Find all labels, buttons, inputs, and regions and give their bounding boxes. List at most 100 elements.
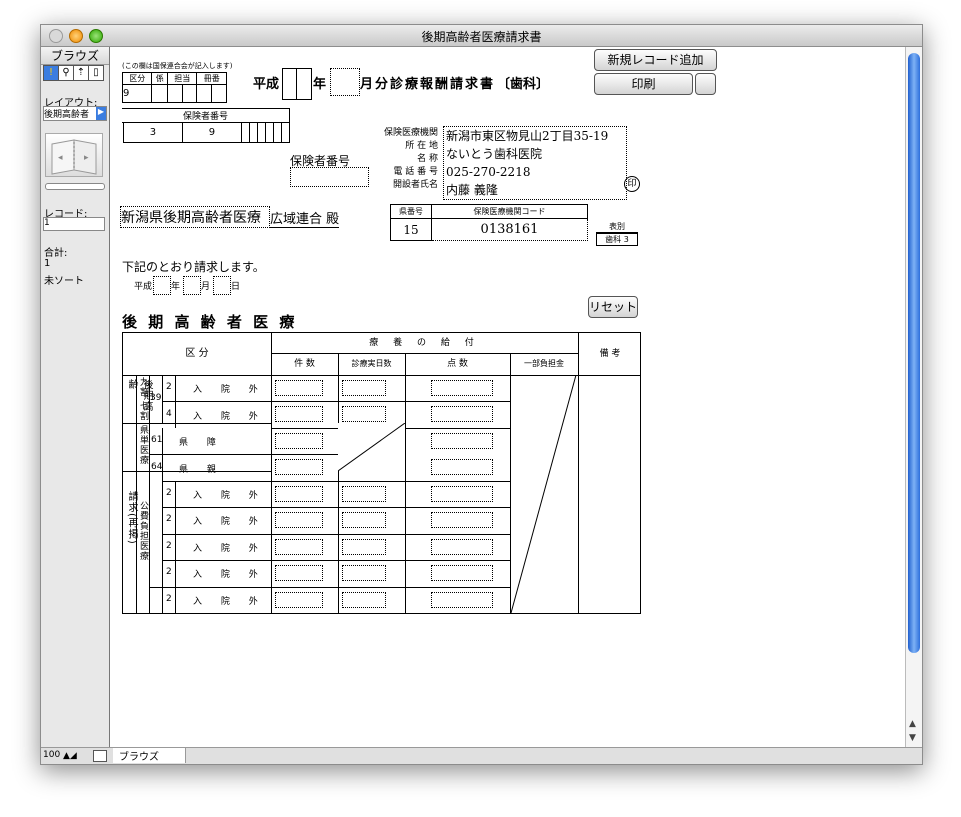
date-day-label: 日 — [231, 282, 241, 292]
date-month-label: 月 — [201, 282, 211, 292]
date-year-input[interactable] — [153, 276, 171, 295]
points-input[interactable] — [431, 459, 493, 476]
count-input[interactable] — [275, 591, 323, 608]
row-label: 入 院 外 — [193, 570, 266, 581]
col-line — [338, 375, 339, 613]
col-tanto: 担当 — [167, 72, 198, 85]
days-input[interactable] — [342, 565, 386, 582]
days-input[interactable] — [342, 485, 386, 502]
days-input[interactable] — [342, 512, 386, 529]
institution-info-field[interactable]: 新潟市東区物見山2丁目35-19 ないとう歯科医院 025-270-2218 内… — [443, 126, 627, 200]
form-area: (この欄は国保連合会が記入します) 区分 係 担当 冊番 9 保険者番号 3 9 — [110, 47, 905, 747]
zoom-icon-small[interactable]: ▲◢ — [63, 751, 77, 761]
inst-label: 所 在 地 — [405, 141, 438, 151]
addressee-field[interactable]: 新潟県後期高齢者医療 — [120, 206, 270, 228]
row-divider — [271, 375, 511, 376]
count-input[interactable] — [275, 538, 323, 555]
row-number: 2 — [166, 488, 172, 498]
row-number: 2 — [166, 567, 172, 578]
insurer-number-input[interactable] — [290, 167, 369, 187]
reset-button[interactable]: リセット — [588, 296, 638, 318]
benefit-table: 区 分 療 養 の 給 付 件 数 診療実日数 点 数 一部負担金 備 考 後期… — [122, 332, 641, 614]
row-number: 61 — [151, 435, 163, 446]
points-input[interactable] — [431, 565, 493, 582]
count-input[interactable] — [275, 459, 323, 476]
row-col-divider — [162, 454, 163, 481]
col-copay: 一部負担金 — [510, 353, 579, 376]
points-input[interactable] — [431, 512, 493, 529]
row-col-divider — [175, 375, 176, 402]
days-input[interactable] — [342, 591, 386, 608]
benefit-header: 療 養 の 給 付 — [271, 333, 578, 354]
row-col-divider — [175, 480, 176, 508]
points-input[interactable] — [431, 406, 493, 423]
points-input[interactable] — [431, 591, 493, 608]
table-type-value: 歯科 3 — [596, 233, 638, 246]
inst-label: 保険医療機関 — [383, 128, 438, 138]
col-sappan: 冊番 — [196, 72, 227, 85]
status-toggle-icon[interactable] — [93, 750, 107, 762]
scroll-thumb[interactable] — [908, 53, 920, 653]
record-slider[interactable] — [45, 183, 105, 190]
date-month-input[interactable] — [183, 276, 201, 295]
count-input[interactable] — [275, 406, 323, 423]
col-count: 件 数 — [271, 353, 339, 376]
count-input[interactable] — [275, 512, 323, 529]
insurer-digit — [240, 122, 250, 143]
new-record-button[interactable]: 新規レコード追加 — [594, 49, 717, 71]
points-input[interactable] — [431, 485, 493, 502]
points-input[interactable] — [431, 380, 493, 396]
row-label: 入 院 外 — [193, 385, 266, 396]
year-input[interactable] — [282, 68, 312, 100]
kubun-header: 区 分 — [123, 333, 272, 376]
layout-tool-icon[interactable]: ⇡ — [73, 65, 89, 81]
row-divider — [162, 533, 510, 535]
count-input[interactable] — [275, 380, 323, 396]
row-number: 4 — [166, 408, 172, 419]
total-value: 1 — [44, 258, 51, 269]
days-input[interactable] — [342, 406, 386, 423]
addressee-suffix: 広域連合 殿 — [270, 208, 340, 228]
heading-prefix: 平成 — [253, 77, 280, 92]
section-title: 後 期 高 齢 者 医 療 — [122, 313, 298, 331]
count-input[interactable] — [275, 485, 323, 502]
note-text: (この欄は国保連合会が記入します) — [122, 62, 233, 70]
date-day-input[interactable] — [213, 276, 231, 295]
col-kakari: 係 — [151, 72, 169, 85]
inst-code[interactable]: 0138161 — [431, 218, 588, 241]
vertical-scrollbar[interactable]: ▲ ▼ — [905, 47, 922, 747]
count-input[interactable] — [275, 565, 323, 582]
inst-label: 電 話 番 号 — [393, 167, 438, 177]
scroll-up-icon[interactable]: ▲ — [909, 719, 916, 729]
browse-tool-icon[interactable]: ! — [43, 65, 59, 81]
days-input[interactable] — [342, 538, 386, 555]
row-number: 2 — [166, 514, 172, 525]
layout-select[interactable]: 後期高齢者 ▶ — [43, 106, 107, 121]
row-number: 2 — [166, 593, 172, 604]
table-type: 表別 歯科 3 — [596, 221, 638, 246]
month-input[interactable] — [330, 68, 360, 96]
print-button[interactable]: 印刷 — [594, 73, 693, 95]
inst-phone: 025-270-2218 — [446, 165, 531, 179]
row-label: 入 院 外 — [193, 596, 266, 607]
find-tool-icon[interactable]: ⚲ — [58, 65, 74, 81]
inst-label: 名 称 — [417, 154, 438, 164]
seal-mark: 印 — [624, 176, 640, 192]
record-number-input[interactable]: 1 — [43, 217, 105, 231]
book-graphic: ◂ ▸ — [51, 139, 97, 175]
book-icon[interactable]: ◂ ▸ — [45, 133, 103, 177]
count-input[interactable] — [275, 432, 323, 449]
row-col-divider — [175, 586, 176, 613]
days-input[interactable] — [342, 380, 386, 396]
zoom-level[interactable]: 100 — [43, 750, 60, 760]
insurer-digit — [264, 122, 274, 143]
points-input[interactable] — [431, 432, 493, 449]
preview-tool-icon[interactable]: ▯ — [88, 65, 104, 81]
mode-popup[interactable]: ブラウズ — [113, 748, 186, 763]
inst-label: 開設者氏名 — [392, 180, 438, 190]
col-points: 点 数 — [405, 353, 511, 376]
pref-code-label: 県番号 — [390, 204, 432, 219]
blank-button[interactable] — [695, 73, 716, 95]
points-input[interactable] — [431, 538, 493, 555]
scroll-down-icon[interactable]: ▼ — [909, 733, 916, 743]
